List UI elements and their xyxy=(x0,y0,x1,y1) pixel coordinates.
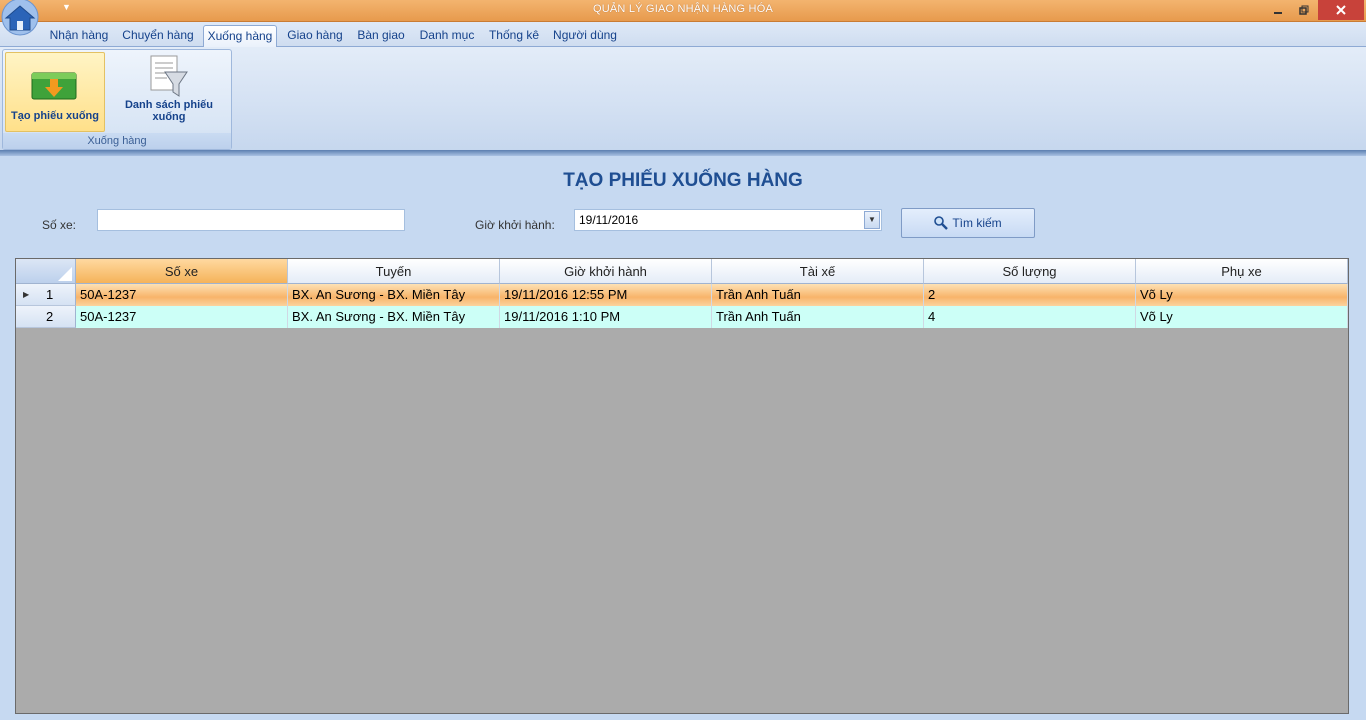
so-xe-input[interactable] xyxy=(97,209,405,231)
cell-so-luong[interactable]: 2 xyxy=(924,284,1136,306)
ribbon-group-xuong-hang: Tạo phiếu xuống Danh sách phiếu xuống Xu… xyxy=(2,49,232,150)
column-header-tai-xe[interactable]: Tài xế xyxy=(712,259,924,284)
gio-khoi-hanh-datepicker[interactable]: 19/11/2016 ▼ xyxy=(574,209,882,231)
cell-phu-xe[interactable]: Võ Ly xyxy=(1136,306,1348,328)
column-header-so-xe[interactable]: Số xe xyxy=(76,259,288,284)
column-header-so-luong[interactable]: Số lượng xyxy=(924,259,1136,284)
current-row-pointer-icon: ▶ xyxy=(23,290,30,299)
so-xe-label: Số xe: xyxy=(42,218,77,232)
tab-nguoi-dung[interactable]: Người dùng xyxy=(549,25,621,47)
create-unload-slip-button[interactable]: Tạo phiếu xuống xyxy=(5,52,105,132)
gio-khoi-hanh-label: Giờ khởi hành: xyxy=(475,218,555,232)
search-button-label: Tìm kiếm xyxy=(952,216,1002,230)
search-button[interactable]: Tìm kiếm xyxy=(901,208,1035,238)
app-home-button[interactable] xyxy=(0,0,42,38)
restore-button[interactable] xyxy=(1290,0,1318,20)
cell-tai-xe[interactable]: Trần Anh Tuấn xyxy=(712,306,924,328)
cell-gio-khoi-hanh[interactable]: 19/11/2016 12:55 PM xyxy=(500,284,712,306)
table-row[interactable]: 2 50A-1237 BX. An Sương - BX. Miền Tây 1… xyxy=(16,306,1348,328)
cell-phu-xe[interactable]: Võ Ly xyxy=(1136,284,1348,306)
ribbon-panel: Tạo phiếu xuống Danh sách phiếu xuống Xu… xyxy=(0,47,1366,151)
tab-giao-hang[interactable]: Giao hàng xyxy=(283,25,347,47)
title-bar: ▼ QUẢN LÝ GIAO NHẬN HÀNG HÓA xyxy=(0,0,1366,22)
ribbon-tabs: Nhận hàng Chuyển hàng Xuống hàng Giao hà… xyxy=(0,22,1366,47)
page-title: TẠO PHIẾU XUỐNG HÀNG xyxy=(563,170,803,191)
unload-slip-list-label: Danh sách phiếu xuống xyxy=(124,99,214,123)
main-content: TẠO PHIẾU XUỐNG HÀNG Số xe: Giờ khởi hàn… xyxy=(0,156,1366,720)
column-header-gio-khoi-hanh[interactable]: Giờ khởi hành xyxy=(500,259,712,284)
ribbon-group-label: Xuống hàng xyxy=(3,133,231,149)
tab-chuyen-hang[interactable]: Chuyển hàng xyxy=(117,25,199,47)
row-header[interactable]: ▶ 1 xyxy=(16,284,76,306)
search-icon xyxy=(934,216,949,230)
green-box-down-arrow-icon xyxy=(31,72,77,100)
cell-tai-xe[interactable]: Trần Anh Tuấn xyxy=(712,284,924,306)
select-all-corner[interactable] xyxy=(16,259,76,284)
tab-nhan-hang[interactable]: Nhận hàng xyxy=(45,25,113,47)
column-header-phu-xe[interactable]: Phụ xe xyxy=(1136,259,1348,284)
gio-khoi-hanh-value: 19/11/2016 xyxy=(579,213,639,227)
close-button[interactable] xyxy=(1318,0,1364,20)
cell-gio-khoi-hanh[interactable]: 19/11/2016 1:10 PM xyxy=(500,306,712,328)
cell-so-xe[interactable]: 50A-1237 xyxy=(76,284,288,306)
tab-xuong-hang[interactable]: Xuống hàng xyxy=(203,25,277,47)
cell-tuyen[interactable]: BX. An Sương - BX. Miền Tây xyxy=(288,306,500,328)
chevron-down-icon[interactable]: ▼ xyxy=(864,211,880,229)
minimize-button[interactable] xyxy=(1264,0,1292,20)
cell-so-luong[interactable]: 4 xyxy=(924,306,1136,328)
cell-tuyen[interactable]: BX. An Sương - BX. Miền Tây xyxy=(288,284,500,306)
tab-thong-ke[interactable]: Thống kê xyxy=(485,25,543,47)
unload-slip-list-button[interactable]: Danh sách phiếu xuống xyxy=(107,52,231,132)
close-icon xyxy=(1336,5,1346,15)
cell-so-xe[interactable]: 50A-1237 xyxy=(76,306,288,328)
home-icon xyxy=(1,0,39,36)
table-row[interactable]: ▶ 1 50A-1237 BX. An Sương - BX. Miền Tây… xyxy=(16,284,1348,306)
window-title: QUẢN LÝ GIAO NHẬN HÀNG HÓA xyxy=(592,3,773,15)
tab-danh-muc[interactable]: Danh mục xyxy=(415,25,479,47)
row-header[interactable]: 2 xyxy=(16,306,76,328)
data-grid[interactable]: Số xe Tuyến Giờ khởi hành Tài xế Số lượn… xyxy=(15,258,1349,714)
column-header-tuyen[interactable]: Tuyến xyxy=(288,259,500,284)
tab-ban-giao[interactable]: Bàn giao xyxy=(353,25,409,47)
grid-header: Số xe Tuyến Giờ khởi hành Tài xế Số lượn… xyxy=(16,259,1348,284)
minimize-icon xyxy=(1274,12,1282,14)
document-funnel-icon xyxy=(150,55,188,97)
corner-triangle-icon xyxy=(58,267,72,281)
create-unload-slip-label: Tạo phiếu xuống xyxy=(11,110,99,122)
restore-icon xyxy=(1299,5,1309,15)
